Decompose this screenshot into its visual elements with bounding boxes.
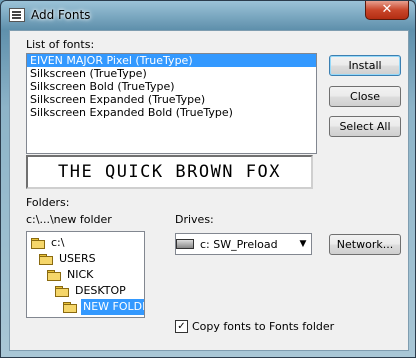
folder-label: NICK bbox=[67, 268, 94, 281]
drives-label: Drives: bbox=[175, 213, 214, 226]
window-title: Add Fonts bbox=[31, 8, 91, 22]
copy-fonts-label: Copy fonts to Fonts folder bbox=[192, 320, 335, 333]
font-item[interactable]: EIVEN MAJOR Pixel (TrueType) bbox=[27, 54, 316, 67]
add-fonts-dialog: Add Fonts ✕ List of fonts: EIVEN MAJOR P… bbox=[0, 0, 416, 358]
title-bar: Add Fonts bbox=[9, 7, 90, 23]
folder-open-icon bbox=[63, 302, 77, 313]
close-window-button[interactable]: ✕ bbox=[365, 1, 409, 20]
folder-item-users[interactable]: USERS bbox=[39, 251, 98, 267]
font-item[interactable]: Silkscreen Bold (TrueType) bbox=[27, 80, 316, 93]
font-item[interactable]: Silkscreen Expanded Bold (TrueType) bbox=[27, 106, 316, 119]
folder-label: c:\ bbox=[51, 236, 65, 249]
checkbox-checked-icon[interactable]: ✓ bbox=[175, 320, 188, 333]
folder-open-icon bbox=[55, 286, 69, 297]
close-icon: ✕ bbox=[381, 2, 393, 17]
current-path: c:\...\new folder bbox=[26, 213, 112, 226]
close-button[interactable]: Close bbox=[329, 86, 401, 107]
font-preview: THE QUICK BROWN FOX bbox=[26, 155, 313, 189]
folder-label: NEW FOLDER bbox=[81, 299, 144, 315]
chevron-down-icon[interactable]: ▼ bbox=[295, 239, 311, 249]
font-item[interactable]: Silkscreen Expanded (TrueType) bbox=[27, 93, 316, 106]
folder-item-new-folder[interactable]: NEW FOLDER bbox=[63, 299, 144, 315]
copy-fonts-checkbox[interactable]: ✓ Copy fonts to Fonts folder bbox=[175, 320, 334, 333]
folder-item-root[interactable]: c:\ bbox=[31, 235, 66, 251]
folder-item-desktop[interactable]: DESKTOP bbox=[55, 283, 128, 299]
folder-label: USERS bbox=[59, 252, 96, 265]
fonts-list[interactable]: EIVEN MAJOR Pixel (TrueType) Silkscreen … bbox=[26, 53, 317, 154]
network-button[interactable]: Network... bbox=[329, 234, 401, 255]
folders-tree[interactable]: c:\ USERS NICK DESKTOP NEW FOLDER bbox=[26, 231, 145, 318]
hard-drive-icon bbox=[176, 239, 194, 249]
folders-label: Folders: bbox=[26, 196, 70, 209]
install-button[interactable]: Install bbox=[329, 55, 401, 76]
fonts-list-label: List of fonts: bbox=[26, 38, 95, 51]
fonts-app-icon bbox=[9, 8, 25, 22]
folder-open-icon bbox=[31, 238, 45, 249]
folder-label: DESKTOP bbox=[75, 284, 126, 297]
folder-open-icon bbox=[39, 254, 53, 265]
folder-open-icon bbox=[47, 270, 61, 281]
drive-value: c: SW_Preload bbox=[200, 237, 278, 251]
font-item[interactable]: Silkscreen (TrueType) bbox=[27, 67, 316, 80]
drives-dropdown[interactable]: c: SW_Preload ▼ bbox=[175, 233, 312, 255]
dialog-body: List of fonts: EIVEN MAJOR Pixel (TrueTy… bbox=[9, 30, 409, 351]
select-all-button[interactable]: Select All bbox=[329, 116, 401, 137]
folder-item-nick[interactable]: NICK bbox=[47, 267, 95, 283]
